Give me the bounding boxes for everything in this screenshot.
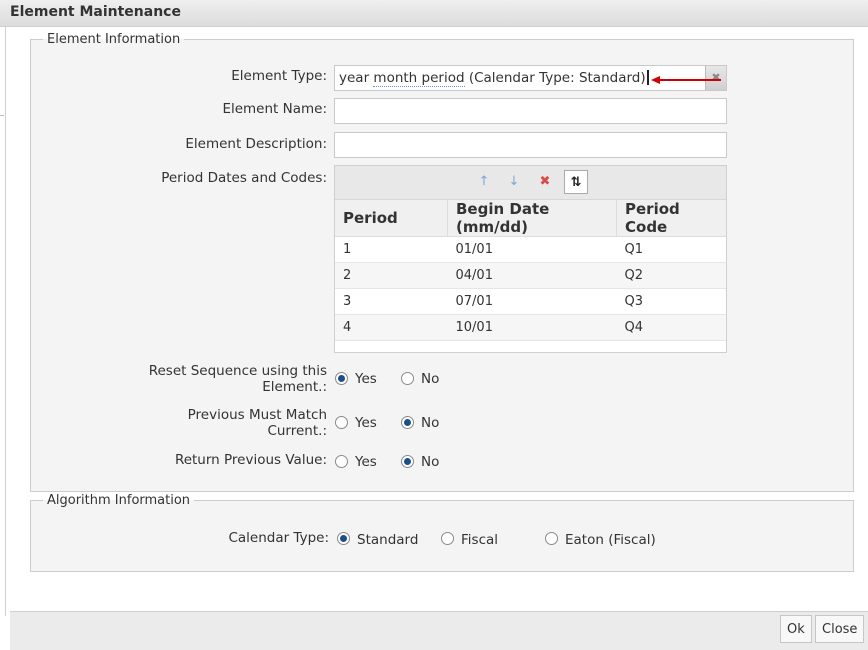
ok-button[interactable]: Ok [780,615,812,643]
algorithm-information-legend: Algorithm Information [47,493,191,508]
prev-match-no-label: No [421,415,440,431]
element-name-label: Element Name: [222,101,327,117]
table-row[interactable]: 3 07/01 Q3 [335,288,726,315]
reset-no-label: No [421,371,440,387]
element-description-input[interactable] [334,132,727,158]
prev-match-yes-radio[interactable] [335,416,348,429]
element-type-label: Element Type: [231,68,327,84]
begin-date-cell: 01/01 [447,236,617,263]
sort-icon[interactable]: ⇅ [564,170,588,194]
frame-border [5,26,6,616]
begin-date-cell: 10/01 [447,314,617,341]
dialog-title: Element Maintenance [10,4,181,20]
element-information-legend: Element Information [47,32,181,47]
column-header-begin-date[interactable]: Begin Date (mm/dd) [447,200,617,237]
prev-match-yes-label: Yes [355,415,377,431]
close-button[interactable]: Close [815,615,865,643]
column-header-period[interactable]: Period [335,200,448,237]
move-up-icon[interactable]: ↑ [475,173,493,191]
dialog-titlebar[interactable]: Element Maintenance [0,0,868,27]
period-table: Period Begin Date (mm/dd) Period Code 1 … [335,200,726,341]
period-dates-label: Period Dates and Codes: [161,170,327,186]
return-prev-yes-label: Yes [355,454,377,470]
annotation-arrow-icon [651,76,721,84]
calendar-standard-label: Standard [357,532,419,548]
period-cell: 3 [335,288,448,315]
previous-must-match-label: Previous Must Match Current.: [187,407,327,439]
reset-no-radio[interactable] [401,372,414,385]
element-type-value: year month period (Calendar Type: Standa… [339,70,649,87]
frame-tick [0,115,4,116]
reset-yes-radio[interactable] [335,372,348,385]
calendar-fiscal-radio[interactable] [441,532,454,545]
return-prev-no-label: No [421,454,440,470]
calendar-eaton-fiscal-radio[interactable] [545,532,558,545]
begin-date-cell: 04/01 [447,262,617,289]
calendar-type-label: Calendar Type: [228,530,329,546]
reset-sequence-label: Reset Sequence using this Element.: [148,363,327,395]
delete-icon[interactable]: ✖ [536,173,554,191]
table-row[interactable]: 1 01/01 Q1 [335,236,726,263]
text-cursor [646,70,649,85]
dialog-footer [10,611,868,650]
element-name-input[interactable] [334,98,727,124]
return-prev-yes-radio[interactable] [335,455,348,468]
grid-toolbar: ↑ ↓ ✖ ⇅ [335,166,726,200]
period-cell: 1 [335,236,448,263]
reset-yes-label: Yes [355,371,377,387]
calendar-eaton-fiscal-label: Eaton (Fiscal) [565,532,656,548]
period-code-cell: Q3 [616,288,726,315]
period-cell: 4 [335,314,448,341]
table-row[interactable]: 4 10/01 Q4 [335,314,726,341]
period-grid: ↑ ↓ ✖ ⇅ Period Begin Date (mm/dd) Period… [334,165,727,353]
calendar-standard-radio[interactable] [337,532,350,545]
column-header-period-code[interactable]: Period Code [616,200,726,237]
move-down-icon[interactable]: ↓ [505,173,523,191]
begin-date-cell: 07/01 [447,288,617,315]
calendar-fiscal-label: Fiscal [461,532,499,548]
period-code-cell: Q4 [616,314,726,341]
return-prev-no-radio[interactable] [401,455,414,468]
return-previous-label: Return Previous Value: [174,452,327,468]
period-code-cell: Q1 [616,236,726,263]
period-cell: 2 [335,262,448,289]
prev-match-no-radio[interactable] [401,416,414,429]
period-code-cell: Q2 [616,262,726,289]
element-description-label: Element Description: [185,136,327,152]
table-row[interactable]: 2 04/01 Q2 [335,262,726,289]
